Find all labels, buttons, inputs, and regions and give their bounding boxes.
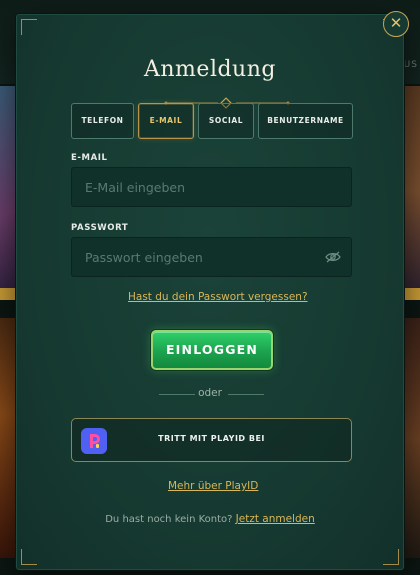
password-input[interactable]: [72, 238, 351, 276]
password-field-wrapper: [71, 237, 352, 277]
signup-prompt: Du hast noch kein Konto? Jetzt anmelden: [17, 513, 403, 525]
tab-email[interactable]: E-MAIL: [138, 103, 194, 139]
tab-telefon[interactable]: TELEFON: [71, 103, 134, 139]
login-modal: Anmeldung TELEFON E-MAIL SOCIAL BENUTZER…: [16, 14, 404, 570]
email-input[interactable]: [72, 168, 351, 206]
playid-join-button[interactable]: TRITT MIT PLAYID BEI: [71, 418, 352, 462]
register-link[interactable]: Jetzt anmelden: [236, 513, 315, 525]
divider-line: [228, 394, 264, 395]
signup-prompt-text: Du hast noch kein Konto?: [105, 514, 233, 525]
divider-text: oder: [198, 387, 222, 399]
corner-ornament: [21, 549, 37, 565]
password-label: PASSWORT: [71, 223, 129, 233]
playid-button-label: TRITT MIT PLAYID BEI: [158, 434, 265, 443]
login-button[interactable]: EINLOGGEN: [151, 330, 273, 370]
modal-title: Anmeldung: [144, 57, 276, 82]
close-button[interactable]: ✕: [383, 11, 409, 37]
tab-social[interactable]: SOCIAL: [198, 103, 254, 139]
email-label: E-MAIL: [71, 153, 108, 163]
forgot-password-link[interactable]: Hast du dein Passwort vergessen?: [128, 291, 308, 303]
email-field-wrapper: [71, 167, 352, 207]
eye-off-icon[interactable]: [325, 251, 341, 263]
playid-more-link[interactable]: Mehr über PlayID: [168, 480, 258, 492]
tab-benutzername[interactable]: BENUTZERNAME: [258, 103, 353, 139]
corner-ornament: [21, 19, 37, 35]
login-method-tabs: TELEFON E-MAIL SOCIAL BENUTZERNAME: [71, 103, 353, 139]
corner-ornament: [383, 549, 399, 565]
